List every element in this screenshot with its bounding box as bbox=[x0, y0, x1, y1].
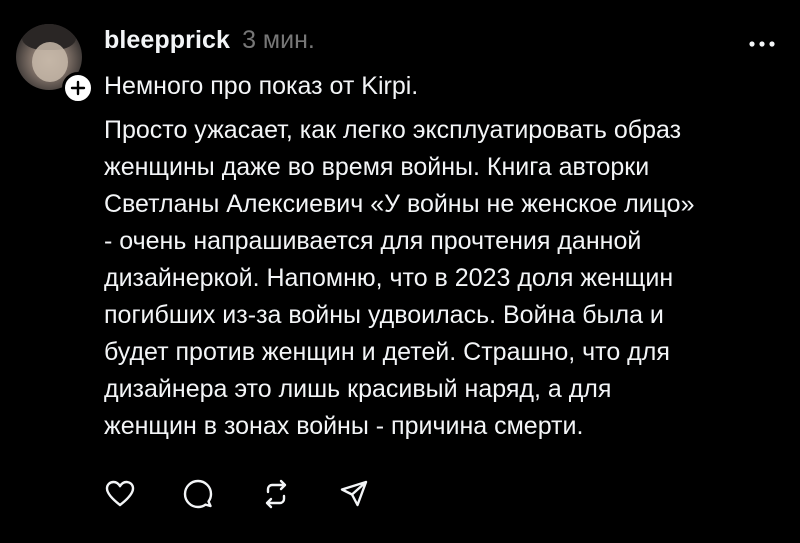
like-button[interactable] bbox=[102, 476, 138, 512]
post-paragraph: Просто ужасает, как легко эксплуатироват… bbox=[104, 112, 784, 445]
heart-icon bbox=[105, 480, 135, 508]
post-header: bleepprick 3 мин. bbox=[104, 26, 315, 60]
reply-button[interactable] bbox=[180, 476, 216, 512]
post-text-line: Просто ужасает, как легко эксплуатироват… bbox=[104, 116, 682, 144]
post-text-line: погибших из-за войны удвоилась. Война бы… bbox=[104, 301, 664, 329]
post-lead-text: Немного про показ от Kirpi. bbox=[104, 72, 419, 100]
timestamp: 3 мин. bbox=[242, 26, 315, 54]
thread-post: bleepprick 3 мин. Немного про показ от K… bbox=[0, 0, 800, 543]
more-options-button[interactable] bbox=[744, 34, 780, 54]
post-text-line: - очень напрашивается для прочтения данн… bbox=[104, 227, 642, 255]
post-actions bbox=[102, 476, 414, 512]
post-text-line: дизайнера это лишь красивый наряд, а для bbox=[104, 375, 612, 403]
post-text-line: женщин в зонах войны - причина смерти. bbox=[104, 412, 584, 440]
follow-button[interactable] bbox=[62, 72, 94, 104]
share-button[interactable] bbox=[336, 476, 372, 512]
repost-button[interactable] bbox=[258, 476, 294, 512]
username-link[interactable]: bleepprick bbox=[104, 26, 230, 55]
post-text-line: Светланы Алексиевич «У войны не женское … bbox=[104, 190, 695, 218]
post-text-line: женщины даже во время войны. Книга автор… bbox=[104, 153, 650, 181]
repost-arrows-icon bbox=[261, 479, 291, 509]
comment-bubble-icon bbox=[183, 479, 213, 509]
plus-icon bbox=[70, 80, 86, 96]
post-body: Немного про показ от Kirpi. Просто ужаса… bbox=[104, 68, 784, 445]
send-paper-plane-icon bbox=[339, 479, 369, 509]
avatar-face bbox=[32, 42, 68, 82]
post-text-line: дизайнеркой. Напомню, что в 2023 доля же… bbox=[104, 264, 674, 292]
ellipsis-icon bbox=[748, 40, 776, 48]
avatar-container bbox=[16, 24, 94, 104]
post-text-line: будет против женщин и детей. Страшно, чт… bbox=[104, 338, 670, 366]
